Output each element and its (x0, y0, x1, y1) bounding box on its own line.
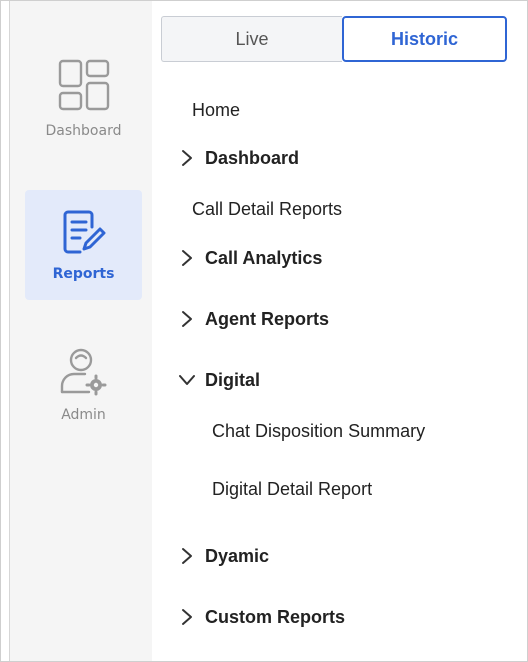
nav-custom-reports-label: Custom Reports (205, 606, 346, 627)
nav-agent-reports-label: Agent Reports (205, 308, 330, 329)
chevron-right-icon (176, 147, 198, 169)
chevron-down-icon (176, 369, 198, 391)
chevron-right-icon (176, 606, 198, 628)
rail-item-dashboard[interactable]: Dashboard (25, 58, 142, 153)
rail-label-admin: Admin (61, 407, 106, 423)
admin-user-gear-icon (59, 346, 109, 401)
nav-home[interactable]: Home (192, 100, 240, 121)
nav-digital-label: Digital (205, 369, 261, 390)
dashboard-grid-icon (57, 58, 111, 117)
rail-item-admin[interactable]: Admin (25, 346, 142, 436)
nav-group-dyamic[interactable]: Dyamic (176, 545, 269, 567)
tab-live[interactable]: Live (161, 16, 342, 62)
reports-panel: Live Historic Home Dashboard Call Detail… (152, 1, 527, 661)
nav-dyamic-label: Dyamic (205, 545, 270, 566)
nav-chat-disposition-summary-label: Chat Disposition Summary (212, 421, 426, 441)
nav-call-analytics-label: Call Analytics (205, 247, 323, 268)
rail-label-reports: Reports (52, 265, 115, 282)
rail-label-dashboard: Dashboard (45, 123, 122, 139)
chevron-right-icon (176, 247, 198, 269)
nav-digital-detail-report[interactable]: Digital Detail Report (212, 479, 372, 500)
nav-group-dashboard[interactable]: Dashboard (176, 147, 299, 169)
nav-group-agent-reports[interactable]: Agent Reports (176, 308, 329, 330)
report-edit-icon (62, 209, 106, 260)
nav-chat-disposition-summary[interactable]: Chat Disposition Summary (212, 421, 425, 442)
nav-group-custom-reports[interactable]: Custom Reports (176, 606, 345, 628)
nav-call-detail-reports-label: Call Detail Reports (192, 199, 343, 219)
chevron-right-icon (176, 308, 198, 330)
rail-item-reports[interactable]: Reports (25, 190, 142, 300)
nav-group-digital[interactable]: Digital (176, 369, 260, 391)
nav-dashboard-label: Dashboard (205, 147, 300, 168)
chevron-right-icon (176, 545, 198, 567)
tab-historic[interactable]: Historic (342, 16, 507, 62)
nav-group-call-analytics[interactable]: Call Analytics (176, 247, 322, 269)
nav-call-detail-reports[interactable]: Call Detail Reports (192, 199, 342, 220)
nav-home-label: Home (192, 100, 241, 120)
nav-digital-detail-report-label: Digital Detail Report (212, 479, 373, 499)
live-historic-toggle: Live Historic (161, 16, 507, 62)
sidebar-rail: Dashboard Reports Admin (9, 1, 152, 661)
